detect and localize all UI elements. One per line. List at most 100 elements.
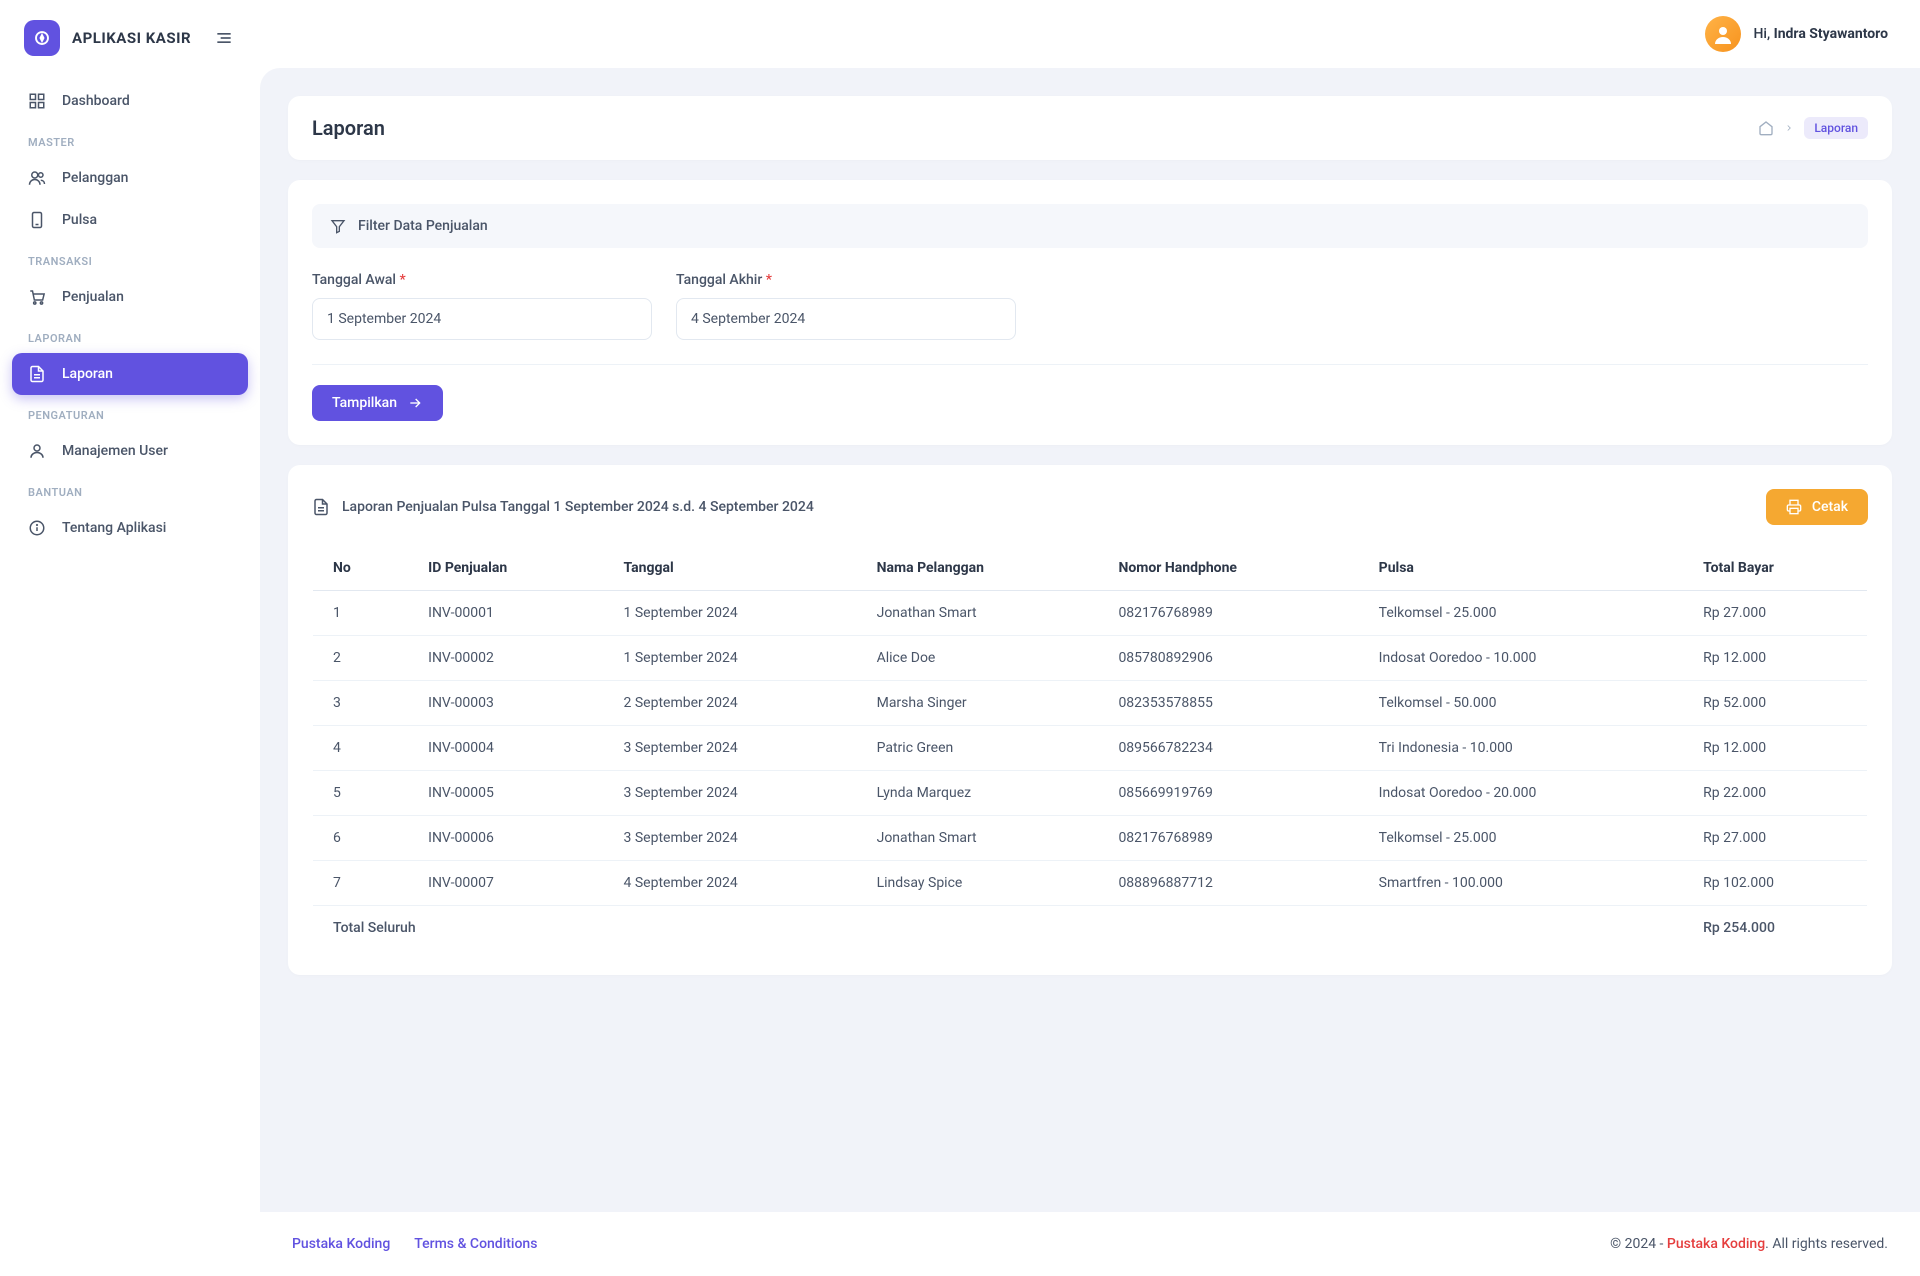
start-date-input[interactable] xyxy=(312,298,652,340)
sidebar-item-manajemen-user[interactable]: Manajemen User xyxy=(12,430,248,472)
cell-total: Rp 52.000 xyxy=(1683,681,1867,726)
cell-nama: Jonathan Smart xyxy=(857,591,1099,636)
sidebar-item-label: Pulsa xyxy=(62,212,97,228)
user-icon xyxy=(28,442,46,460)
page-header: Laporan Laporan xyxy=(288,96,1892,160)
cell-no: 1 xyxy=(313,591,409,636)
cell-pulsa: Indosat Ooredoo - 10.000 xyxy=(1359,636,1683,681)
cell-no: 4 xyxy=(313,726,409,771)
table-row: 4INV-000043 September 2024Patric Green08… xyxy=(313,726,1868,771)
divider xyxy=(312,364,1868,365)
sidebar-item-tentang-aplikasi[interactable]: Tentang Aplikasi xyxy=(12,507,248,549)
footer-link-terms[interactable]: Terms & Conditions xyxy=(414,1236,537,1252)
breadcrumb-current: Laporan xyxy=(1804,117,1868,139)
cell-nama: Lindsay Spice xyxy=(857,861,1099,906)
table-row: 1INV-000011 September 2024Jonathan Smart… xyxy=(313,591,1868,636)
user-menu[interactable]: Hi, Indra Styawantoro xyxy=(1705,16,1888,52)
cell-tanggal: 3 September 2024 xyxy=(604,726,857,771)
cell-nama: Lynda Marquez xyxy=(857,771,1099,816)
cell-pulsa: Telkomsel - 50.000 xyxy=(1359,681,1683,726)
cell-tanggal: 3 September 2024 xyxy=(604,816,857,861)
cell-nomor: 082176768989 xyxy=(1098,591,1358,636)
start-date-label-text: Tanggal Awal xyxy=(312,272,396,288)
cell-total: Rp 27.000 xyxy=(1683,591,1867,636)
sidebar-item-label: Tentang Aplikasi xyxy=(62,520,166,536)
footer-link-brand[interactable]: Pustaka Koding xyxy=(292,1236,390,1252)
sidebar-item-pelanggan[interactable]: Pelanggan xyxy=(12,157,248,199)
sidebar-item-label: Penjualan xyxy=(62,289,124,305)
cell-nama: Alice Doe xyxy=(857,636,1099,681)
home-icon[interactable] xyxy=(1758,120,1774,136)
th-nama: Nama Pelanggan xyxy=(857,546,1099,591)
print-button[interactable]: Cetak xyxy=(1766,489,1868,525)
sidebar-item-penjualan[interactable]: Penjualan xyxy=(12,276,248,318)
cell-nomor: 089566782234 xyxy=(1098,726,1358,771)
sidebar-item-label: Dashboard xyxy=(62,93,130,109)
th-nomor: Nomor Handphone xyxy=(1098,546,1358,591)
brand: APLIKASI KASIR xyxy=(12,20,248,80)
nav-section-transaksi: TRANSAKSI xyxy=(12,241,248,276)
brand-name: APLIKASI KASIR xyxy=(72,29,200,47)
content-area: Laporan Laporan Filter Data Penju xyxy=(260,68,1920,1212)
cell-pulsa: Telkomsel - 25.000 xyxy=(1359,816,1683,861)
cell-tanggal: 1 September 2024 xyxy=(604,591,857,636)
cell-nama: Marsha Singer xyxy=(857,681,1099,726)
sidebar-item-label: Pelanggan xyxy=(62,170,128,186)
cell-total: Rp 12.000 xyxy=(1683,726,1867,771)
end-date-label: Tanggal Akhir * xyxy=(676,272,1016,288)
cell-no: 6 xyxy=(313,816,409,861)
cell-no: 7 xyxy=(313,861,409,906)
th-no: No xyxy=(313,546,409,591)
cell-tanggal: 2 September 2024 xyxy=(604,681,857,726)
filter-icon xyxy=(330,218,346,234)
cell-id: INV-00007 xyxy=(408,861,603,906)
user-name-text: Indra Styawantoro xyxy=(1774,26,1888,42)
cell-id: INV-00005 xyxy=(408,771,603,816)
cell-no: 5 xyxy=(313,771,409,816)
report-title: Laporan Penjualan Pulsa Tanggal 1 Septem… xyxy=(312,498,814,516)
cell-pulsa: Smartfren - 100.000 xyxy=(1359,861,1683,906)
report-card: Laporan Penjualan Pulsa Tanggal 1 Septem… xyxy=(288,465,1892,975)
cell-tanggal: 4 September 2024 xyxy=(604,861,857,906)
sidebar-item-dashboard[interactable]: Dashboard xyxy=(12,80,248,122)
cell-nomor: 082353578855 xyxy=(1098,681,1358,726)
nav-section-laporan: LAPORAN xyxy=(12,318,248,353)
cell-nama: Patric Green xyxy=(857,726,1099,771)
footer-label: Total Seluruh xyxy=(313,906,1684,951)
menu-toggle-icon[interactable] xyxy=(212,26,236,50)
end-date-input[interactable] xyxy=(676,298,1016,340)
table-row: 5INV-000053 September 2024Lynda Marquez0… xyxy=(313,771,1868,816)
document-icon xyxy=(28,365,46,383)
submit-button[interactable]: Tampilkan xyxy=(312,385,443,421)
cell-total: Rp 102.000 xyxy=(1683,861,1867,906)
sidebar-item-pulsa[interactable]: Pulsa xyxy=(12,199,248,241)
avatar-icon xyxy=(1705,16,1741,52)
cell-nomor: 085669919769 xyxy=(1098,771,1358,816)
cell-id: INV-00003 xyxy=(408,681,603,726)
chevron-right-icon xyxy=(1784,123,1794,133)
copyright-brand[interactable]: Pustaka Koding xyxy=(1667,1236,1765,1252)
print-label: Cetak xyxy=(1812,499,1848,515)
nav-section-bantuan: BANTUAN xyxy=(12,472,248,507)
footer-total: Rp 254.000 xyxy=(1683,906,1867,951)
nav-section-pengaturan: PENGATURAN xyxy=(12,395,248,430)
copyright-prefix: © 2024 - xyxy=(1610,1236,1667,1252)
printer-icon xyxy=(1786,499,1802,515)
cell-tanggal: 1 September 2024 xyxy=(604,636,857,681)
cell-id: INV-00006 xyxy=(408,816,603,861)
sidebar-item-laporan[interactable]: Laporan xyxy=(12,353,248,395)
required-mark: * xyxy=(766,272,772,288)
th-total: Total Bayar xyxy=(1683,546,1867,591)
cell-total: Rp 22.000 xyxy=(1683,771,1867,816)
sidebar-item-label: Laporan xyxy=(62,366,113,382)
report-title-text: Laporan Penjualan Pulsa Tanggal 1 Septem… xyxy=(342,499,814,515)
filter-header: Filter Data Penjualan xyxy=(312,204,1868,248)
page-title: Laporan xyxy=(312,116,385,140)
arrow-right-icon xyxy=(407,395,423,411)
copyright-suffix: . All rights reserved. xyxy=(1765,1236,1888,1252)
topbar: Hi, Indra Styawantoro xyxy=(260,0,1920,68)
user-greeting: Hi, Indra Styawantoro xyxy=(1753,26,1888,42)
cell-nomor: 085780892906 xyxy=(1098,636,1358,681)
submit-label: Tampilkan xyxy=(332,395,397,411)
users-icon xyxy=(28,169,46,187)
